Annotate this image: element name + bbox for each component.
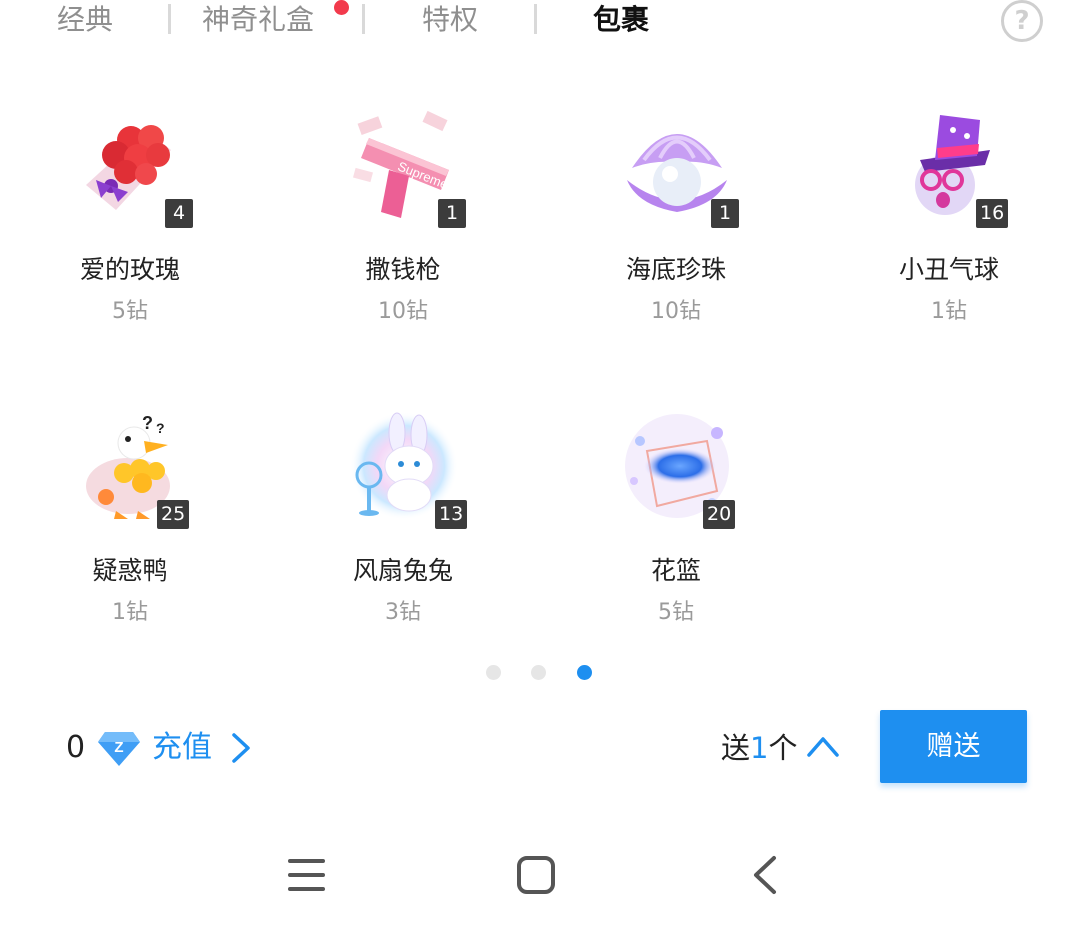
gift-price: 5钻	[112, 299, 148, 324]
tab-divider	[168, 4, 171, 34]
home-icon[interactable]	[516, 855, 556, 895]
svg-text:?: ?	[156, 420, 165, 436]
menu-icon[interactable]	[287, 857, 327, 893]
gift-item-fan-bunny[interactable]: 13 风扇兔兔 3钻	[273, 411, 533, 641]
gift-price: 10钻	[651, 299, 701, 324]
chevron-right-icon[interactable]	[230, 732, 252, 764]
gift-price: 10钻	[378, 299, 428, 324]
page-indicator-1[interactable]	[486, 665, 501, 680]
blue-diamond-icon: Z	[98, 732, 140, 766]
gift-count-badge: 4	[165, 199, 193, 228]
gift-name: 爱的玫瑰	[79, 255, 180, 284]
diamond-balance: 0	[66, 730, 86, 765]
tab-backpack[interactable]: 包裹	[593, 0, 649, 40]
gift-count-badge: 13	[435, 500, 468, 529]
gift-price: 1钻	[112, 600, 148, 625]
gift-name: 海底珍珠	[625, 255, 726, 284]
gift-price: 3钻	[385, 600, 421, 625]
tab-divider	[534, 4, 537, 34]
tab-magic-box[interactable]: 神奇礼盒	[202, 0, 314, 40]
gift-count-badge: 1	[711, 199, 739, 228]
new-badge-dot	[334, 0, 349, 15]
send-quantity: 1	[750, 731, 769, 765]
gift-count-badge: 20	[703, 500, 736, 529]
gift-count-badge: 1	[438, 199, 466, 228]
gift-item-pearl[interactable]: 1 海底珍珠 10钻	[546, 110, 806, 340]
chevron-up-icon[interactable]	[806, 733, 840, 759]
recharge-link[interactable]: 充值	[152, 727, 212, 769]
svg-text:Z: Z	[114, 739, 123, 756]
send-suffix: 个	[768, 731, 798, 765]
gift-name: 疑惑鸭	[92, 556, 168, 585]
gift-name: 撒钱枪	[365, 255, 441, 284]
gift-item-confused-duck[interactable]: ? ? 25 疑惑鸭 1钻	[0, 411, 260, 641]
question-circle-icon[interactable]: ?	[1001, 0, 1043, 42]
give-gift-button[interactable]: 赠送	[880, 710, 1027, 783]
gift-price: 5钻	[658, 600, 694, 625]
tab-classic[interactable]: 经典	[57, 0, 113, 40]
gift-name: 风扇兔兔	[352, 556, 453, 585]
gift-price: 1钻	[931, 299, 967, 324]
tab-divider	[362, 4, 365, 34]
back-icon[interactable]	[750, 855, 780, 895]
gift-item-clown-balloon[interactable]: 16 小丑气球 1钻	[819, 110, 1079, 340]
gift-item-rose[interactable]: 4 爱的玫瑰 5钻	[0, 110, 260, 340]
gift-count-badge: 16	[976, 199, 1009, 228]
gift-item-money-gun[interactable]: Supreme 1 撒钱枪 10钻	[273, 110, 533, 340]
gift-count-badge: 25	[157, 500, 190, 529]
gift-item-flower-basket[interactable]: 20 花篮 5钻	[546, 411, 806, 641]
page-indicator-2[interactable]	[531, 665, 546, 680]
gift-name: 花篮	[650, 556, 701, 585]
send-prefix: 送	[721, 731, 751, 765]
gift-name: 小丑气球	[898, 255, 999, 284]
send-quantity-selector[interactable]: 送1个	[721, 728, 797, 768]
gift-category-tabs: 经典 神奇礼盒 特权 包裹 ?	[0, 0, 1080, 44]
page-indicator-3[interactable]	[577, 665, 592, 680]
tab-privilege[interactable]: 特权	[422, 0, 478, 40]
